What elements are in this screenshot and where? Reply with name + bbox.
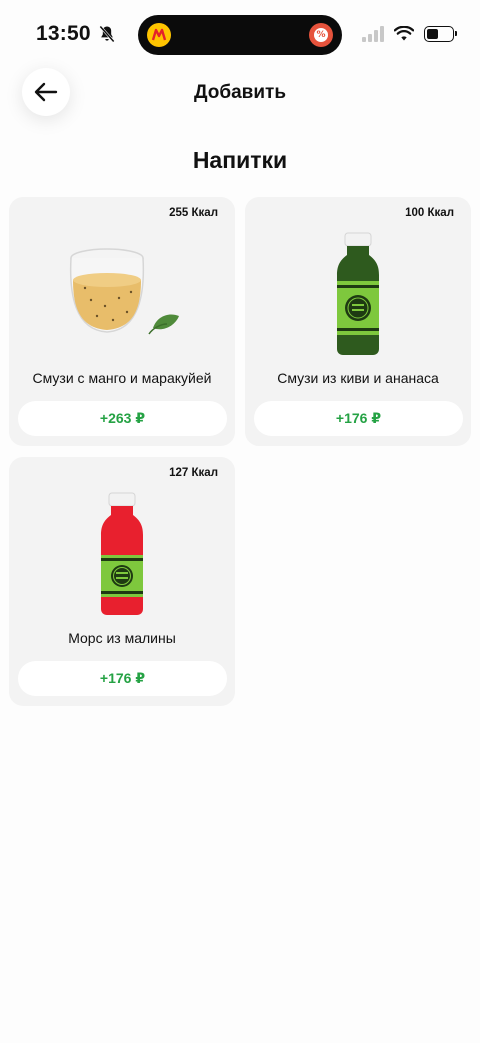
section-title: Напитки (192, 147, 288, 173)
product-grid: 255 Ккал Смузи с манго и маракуйей +263 … (9, 197, 471, 706)
wifi-icon (394, 26, 414, 41)
product-kcal: 100 Ккал (405, 207, 454, 219)
status-indicators (362, 26, 457, 42)
red-bottle-icon (101, 492, 143, 615)
battery-icon (424, 26, 457, 42)
status-time-text: 13:50 (36, 22, 91, 45)
product-name: Морс из малины (68, 630, 176, 646)
status-bar: 13:50 % (0, 0, 480, 70)
market-app-icon (147, 23, 171, 47)
add-price-button[interactable]: +176 ₽ (18, 661, 227, 696)
bell-off-icon (99, 25, 115, 43)
product-image (9, 227, 235, 361)
cellular-signal-icon (362, 26, 384, 42)
status-time: 13:50 (36, 22, 117, 46)
product-card[interactable]: 100 Ккал Смузи из киви и ананаса +176 ₽ (245, 197, 471, 446)
product-kcal: 127 Ккал (169, 467, 218, 479)
product-name: Смузи с манго и маракуйей (32, 370, 212, 386)
add-price-button[interactable]: +263 ₽ (18, 401, 227, 436)
product-image (245, 227, 471, 361)
dynamic-island: % (138, 15, 342, 55)
product-image (9, 487, 235, 621)
discount-icon: % (309, 23, 333, 47)
mango-smoothie-glass-icon (69, 248, 179, 335)
product-name: Смузи из киви и ананаса (277, 370, 439, 386)
product-card[interactable]: 255 Ккал Смузи с манго и маракуйей +263 … (9, 197, 235, 446)
green-bottle-icon (337, 232, 379, 355)
product-kcal: 255 Ккал (169, 207, 218, 219)
page-title: Добавить (193, 82, 287, 103)
add-price-button[interactable]: +176 ₽ (254, 401, 463, 436)
product-card[interactable]: 127 Ккал Морс из малины +176 ₽ (9, 457, 235, 706)
